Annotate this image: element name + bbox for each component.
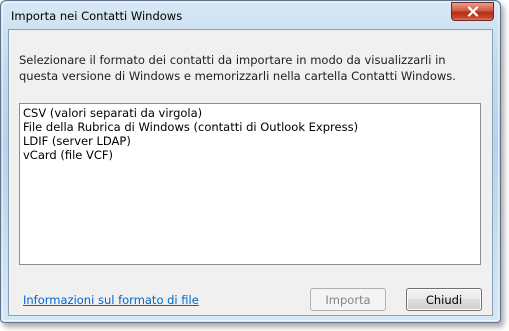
close-icon (467, 6, 478, 17)
dialog-content: Selezionare il formato dei contatti da i… (8, 29, 493, 316)
window-close-button[interactable] (451, 2, 494, 21)
format-item-ldif[interactable]: LDIF (server LDAP) (23, 134, 477, 148)
import-button[interactable]: Importa (310, 288, 386, 311)
format-item-csv[interactable]: CSV (valori separati da virgola) (23, 106, 477, 120)
import-button-label: Importa (325, 292, 371, 307)
window-title: Importa nei Contatti Windows (11, 9, 183, 23)
close-button-label: Chiudi (425, 292, 463, 307)
dialog-window: Importa nei Contatti Windows Selezionare… (0, 0, 501, 323)
format-item-vcard[interactable]: vCard (file VCF) (23, 148, 477, 162)
title-bar[interactable]: Importa nei Contatti Windows (1, 1, 500, 29)
close-button[interactable]: Chiudi (406, 288, 482, 311)
file-format-info-link[interactable]: Informazioni sul formato di file (23, 293, 199, 307)
format-listbox[interactable]: CSV (valori separati da virgola) File de… (19, 103, 481, 265)
instructions-text: Selezionare il formato dei contatti da i… (19, 53, 456, 83)
format-item-windows-address-book[interactable]: File della Rubrica di Windows (contatti … (23, 120, 477, 134)
